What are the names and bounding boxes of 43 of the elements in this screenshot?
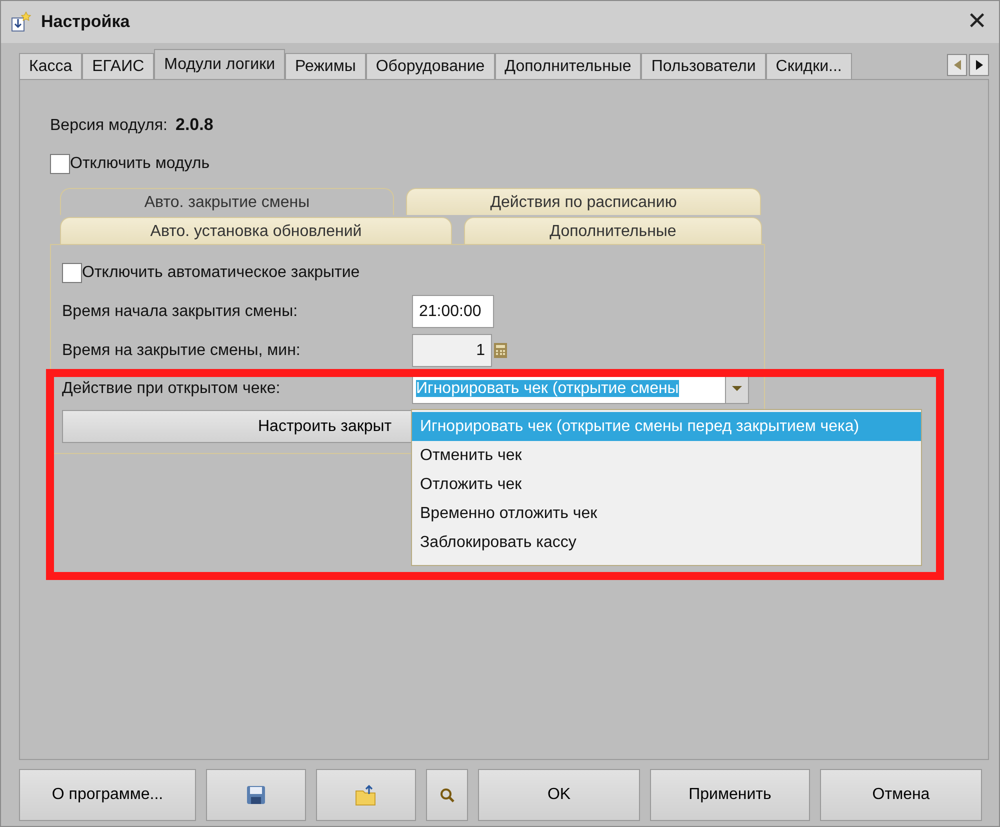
folder-icon (355, 784, 377, 806)
dialog-button[interactable]: Отмена (820, 769, 982, 821)
checkbox[interactable] (62, 263, 82, 283)
dropdown-option[interactable]: Отменить чек (412, 441, 921, 470)
checkbox-label: Отключить автоматическое закрытие (82, 263, 360, 283)
dialog-button[interactable]: OK (478, 769, 640, 821)
tab[interactable]: Дополнительные (494, 53, 642, 79)
subtab[interactable]: Авто. установка обновлений (60, 217, 452, 244)
subtab[interactable]: Действия по расписанию (406, 188, 761, 215)
subtab[interactable]: Дополнительные (464, 217, 762, 244)
tab[interactable]: Скидки... (766, 53, 852, 79)
tab[interactable]: Касса (19, 53, 82, 79)
tab[interactable]: Режимы (285, 53, 366, 79)
field-label: Действие при открытом чеке: (62, 378, 282, 398)
dropdown-arrow-icon[interactable] (732, 386, 742, 391)
field-label: Время начала закрытия смены: (62, 302, 299, 322)
dialog-button[interactable]: Применить (650, 769, 810, 821)
scroll-right-button[interactable] (969, 54, 989, 76)
tab[interactable]: Пользователи (641, 53, 766, 79)
version-value: 2.0.8 (176, 114, 214, 136)
time-field[interactable]: 21:00:00 (412, 295, 494, 328)
dialog-button[interactable]: О программе... (19, 769, 196, 821)
checkbox[interactable] (50, 154, 70, 174)
left-arrow-icon (952, 59, 962, 71)
field-label: Время на закрытие смены, мин: (62, 340, 302, 360)
tab[interactable]: ЕГАИС (82, 53, 154, 79)
dropdown-option[interactable]: Заблокировать кассу (412, 528, 921, 557)
version-label: Версия модуля: (50, 116, 168, 136)
right-arrow-icon (974, 59, 984, 71)
dropdown-option[interactable]: Отложить чек (412, 470, 921, 499)
dropdown-option[interactable]: Временно отложить чек (412, 499, 921, 528)
save-icon (246, 785, 266, 805)
tab[interactable]: Модули логики (154, 49, 286, 79)
search-button[interactable] (426, 769, 468, 821)
save-button[interactable] (206, 769, 306, 821)
close-button[interactable]: ✕ (963, 10, 991, 34)
number-field[interactable]: 1 (412, 334, 492, 367)
subtab[interactable]: Авто. закрытие смены (60, 188, 394, 215)
tab[interactable]: Оборудование (366, 53, 495, 79)
calculator-icon[interactable] (492, 340, 510, 360)
checkbox-label: Отключить модуль (70, 154, 210, 174)
window-title: Настройка (41, 11, 130, 34)
search-icon (440, 788, 454, 802)
